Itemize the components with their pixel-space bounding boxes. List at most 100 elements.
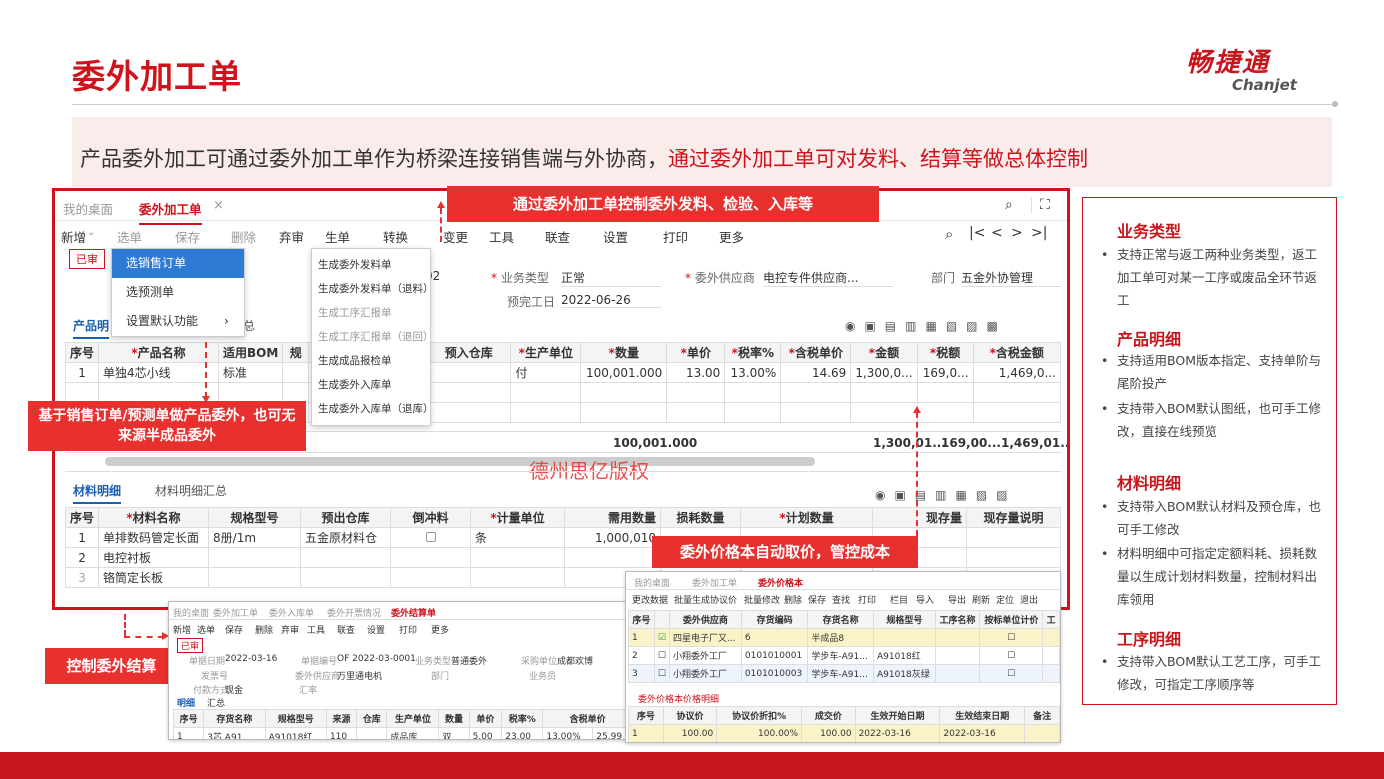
mini-tab-detail[interactable]: 明细 <box>177 696 195 709</box>
menu-gen-issue-return[interactable]: 生成委外发料单（退料） <box>312 277 434 301</box>
price-tab-order[interactable]: 委外加工单 <box>692 576 737 589</box>
biz-type-field[interactable]: 正常 <box>561 269 661 287</box>
price-tb-12[interactable]: 退出 <box>1020 593 1038 606</box>
biz-type-label: * 业务类型 <box>491 271 549 285</box>
price-tb-8[interactable]: 导入 <box>916 593 934 606</box>
toolbar-new[interactable]: 新增 <box>61 227 86 246</box>
last-record-icon[interactable]: >| <box>1031 225 1047 241</box>
horizontal-scrollbar[interactable] <box>105 457 815 466</box>
menu-gen-process-report[interactable]: 生成工序汇报单 <box>312 301 430 325</box>
first-record-icon[interactable]: |< <box>969 225 985 241</box>
menu-gen-issue[interactable]: 生成委外发料单 <box>312 253 430 277</box>
table-row[interactable]: 1 ☑ 四星电子厂又... 6 半成品8 ☐ <box>628 628 1060 647</box>
mini-tb-delete[interactable]: 删除 <box>255 623 273 636</box>
mini-tab-desk[interactable]: 我的桌面 <box>173 606 209 619</box>
menu-set-default[interactable]: 设置默认功能 › <box>112 307 244 336</box>
tab-product-detail[interactable]: 产品明 <box>73 317 110 339</box>
col-warehouse: 预入仓库 <box>426 342 512 363</box>
toolbar-more[interactable]: 更多 <box>719 227 744 246</box>
price-tb-10[interactable]: 刷新 <box>972 593 990 606</box>
table-row[interactable]: 3 ☐ 小翔委外工厂 0101010003 学步车-A91... A91018灰绿 ☐ <box>628 664 1060 683</box>
price-tb-2[interactable]: 批量修改 <box>744 593 780 606</box>
mini-tab-order[interactable]: 委外加工单 <box>213 606 258 619</box>
toolbar-convert[interactable]: 转换 <box>383 227 408 246</box>
toolbar-select[interactable]: 选单 <box>117 227 142 246</box>
price-tab-desk[interactable]: 我的桌面 <box>634 576 670 589</box>
toolbar-delete[interactable]: 删除 <box>231 227 256 246</box>
mini-f13: 付款方式 <box>193 686 230 696</box>
mini-tb-query[interactable]: 联查 <box>337 623 355 636</box>
mini-f1: 2022-03-16 <box>225 654 278 664</box>
table-row[interactable]: 2 ☐ 小翔委外工厂 0101010001 学步车-A91... A91018红 ☐ <box>628 646 1060 665</box>
mini-f6: 采购单位 <box>521 657 558 667</box>
mini-f8: 发票号 <box>201 672 229 682</box>
price-tb-4[interactable]: 保存 <box>808 593 826 606</box>
supplier-field[interactable]: 电控专件供应商... <box>763 269 893 287</box>
menu-gen-inspection[interactable]: 生成成品报检单 <box>312 349 430 373</box>
menu-gen-receipt[interactable]: 生成委外入库单 <box>312 373 430 397</box>
mini-tb-unaudit[interactable]: 弃审 <box>281 623 299 636</box>
callout-settle: 控制委外结算 <box>45 648 178 684</box>
price-tb-11[interactable]: 定位 <box>996 593 1014 606</box>
menu-select-sales-order[interactable]: 选销售订单 <box>112 249 244 278</box>
main-toolbar: 新增 ⌄ 选单 保存 删除 弃审 生单 转换 变更 工具 联查 设置 打印 更多… <box>55 222 1067 248</box>
mini-tb-print[interactable]: 打印 <box>399 623 417 636</box>
toolbar-settings[interactable]: 设置 <box>603 227 628 246</box>
col-price: *单价 <box>666 342 726 363</box>
footer-bar <box>0 752 1384 779</box>
table-row[interactable]: 1 单独4芯小线 标准 付 100,001.000 13.00 13.00% 1… <box>64 362 1062 383</box>
toolbar-save[interactable]: 保存 <box>175 227 200 246</box>
tab-material-summary[interactable]: 材料明细汇总 <box>155 482 227 499</box>
col-tax-amount: *含税金额 <box>972 342 1062 363</box>
generate-doc-menu: 生成委外发料单 生成委外发料单（退料） 生成工序汇报单 生成工序汇报单（退回） … <box>311 248 434 426</box>
toolbar-change[interactable]: 变更 <box>443 227 468 246</box>
price-tab-book[interactable]: 委外价格本 <box>758 576 803 589</box>
material-table-tool-icons[interactable]: ◉▣▤▥▦▧▨ <box>875 488 1017 502</box>
mini-tb-tools[interactable]: 工具 <box>307 623 325 636</box>
prev-record-icon[interactable]: < <box>991 225 1003 241</box>
menu-gen-receipt-return[interactable]: 生成委外入库单（退库） <box>312 397 434 421</box>
mini-tb-more[interactable]: 更多 <box>431 623 449 636</box>
fullscreen-icon[interactable]: ⛶ <box>1031 197 1050 213</box>
table-row[interactable]: 1 100.00 100.00% 100.00 2022-03-16 2022-03-16 <box>628 724 1060 742</box>
search-icon[interactable]: ⌕ <box>1005 197 1013 213</box>
mini-tb-select[interactable]: 选单 <box>197 623 215 636</box>
price-tb-7[interactable]: 栏目 <box>890 593 908 606</box>
price-tb-6[interactable]: 打印 <box>858 593 876 606</box>
toolbar-print[interactable]: 打印 <box>663 227 688 246</box>
mini-f7: 成都欢博 <box>557 657 594 667</box>
toolbar-unaudit[interactable]: 弃审 <box>279 227 304 246</box>
table-row[interactable]: 1 3芯 A91... A91018红 110 成品库双 5.00 23.00 13.00% 2… <box>172 727 633 739</box>
menu-gen-process-report-return[interactable]: 生成工序汇报单（退回） <box>312 325 434 349</box>
toolbar-query[interactable]: 联查 <box>545 227 570 246</box>
price-tb-3[interactable]: 删除 <box>784 593 802 606</box>
record-search-icon[interactable]: ⌕ <box>945 225 953 243</box>
price-tb-5[interactable]: 查找 <box>832 593 850 606</box>
callout-price: 委外价格本自动取价，管控成本 <box>652 536 918 568</box>
arrow-left-head <box>202 396 210 403</box>
mini-tab-settle[interactable]: 委外结算单 <box>391 606 436 619</box>
dept-field[interactable]: 五金外协管理 <box>961 269 1061 287</box>
product-table-tool-icons[interactable]: ◉▣▤▥▦▧▨▩ <box>845 319 1007 333</box>
toolbar-generate[interactable]: 生单 <box>325 227 350 246</box>
menu-select-forecast[interactable]: 选预测单 <box>112 278 244 307</box>
tab-desk[interactable]: 我的桌面 <box>63 199 113 218</box>
mini-tb-save[interactable]: 保存 <box>225 623 243 636</box>
col-spec: 规 <box>282 342 310 363</box>
tab-close-icon[interactable]: × <box>213 198 224 213</box>
tab-material-detail[interactable]: 材料明细 <box>73 482 122 504</box>
mini-tab-receipt[interactable]: 委外入库单 <box>269 606 314 619</box>
finish-date-field[interactable]: 2022-06-26 <box>561 293 661 308</box>
mini-tab-summary[interactable]: 汇总 <box>207 696 225 709</box>
mini-tab-invoice[interactable]: 委外开票情况 <box>327 606 381 619</box>
next-record-icon[interactable]: > <box>1011 225 1023 241</box>
mini-tb-settings[interactable]: 设置 <box>367 623 385 636</box>
toolbar-tools[interactable]: 工具 <box>489 227 514 246</box>
mini-tb-new[interactable]: 新增 <box>173 623 191 636</box>
chevron-down-icon[interactable]: ⌄ <box>87 227 95 238</box>
price-tb-9[interactable]: 导出 <box>948 593 966 606</box>
price-tb-0[interactable]: 更改数据 <box>632 593 668 606</box>
backflush-checkbox[interactable] <box>425 531 436 542</box>
price-tb-1[interactable]: 批量生成协议价 <box>674 593 737 606</box>
price-book-window: 我的桌面 委外加工单 委外价格本 更改数据 批量生成协议价 批量修改 删除 保存… <box>625 571 1061 743</box>
